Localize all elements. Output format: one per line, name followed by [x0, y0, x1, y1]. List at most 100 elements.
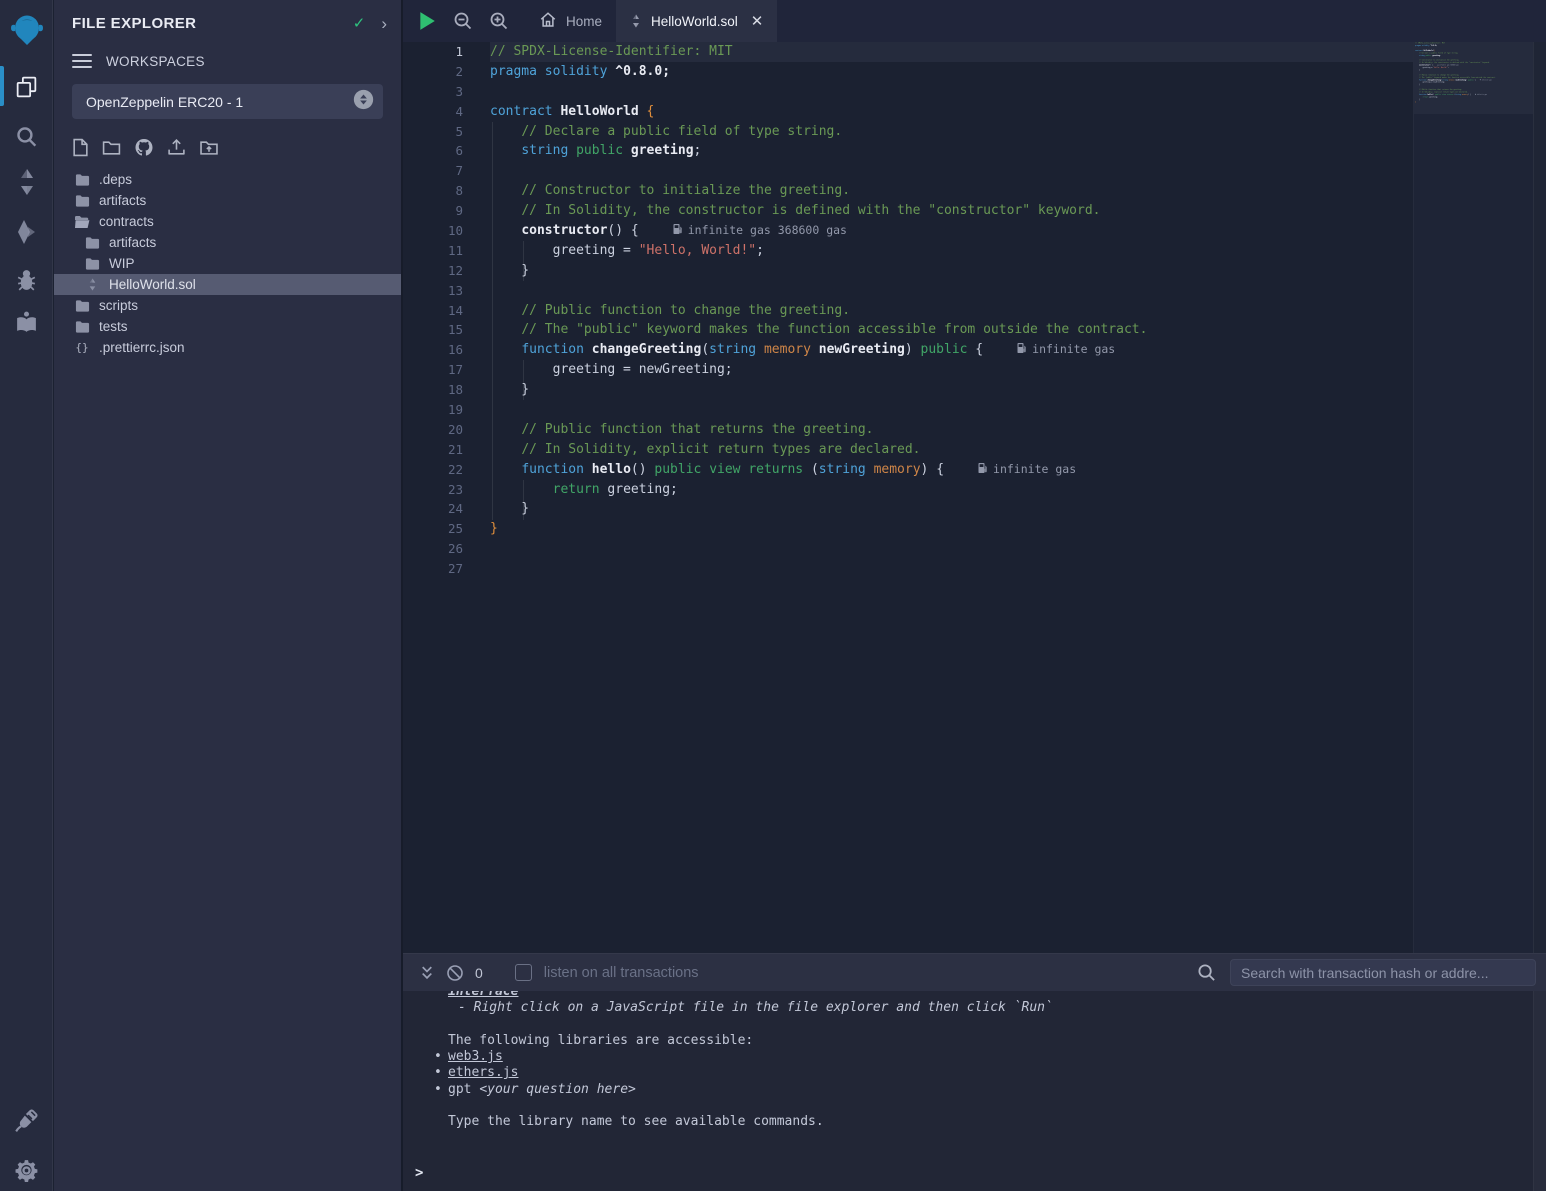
terminal-line: - Right click on a JavaScript file in th… [448, 1000, 1533, 1016]
terminal-scrollbar[interactable] [1533, 991, 1546, 1191]
folder-icon [84, 257, 100, 271]
terminal-link[interactable]: web3.js [448, 1049, 503, 1064]
code-line[interactable]: // In Solidity, the constructor is defin… [490, 201, 1413, 221]
code-line[interactable] [490, 161, 1413, 181]
code-line[interactable]: return greeting; [490, 480, 1413, 500]
tree-item-scripts[interactable]: scripts [54, 295, 401, 316]
code-line[interactable] [1415, 106, 1528, 108]
collapse-chevron-icon[interactable]: › [381, 15, 387, 32]
close-tab-icon[interactable]: ✕ [751, 12, 764, 30]
gas-estimate-badge: infinite gas [978, 462, 1076, 476]
zoom-out-button[interactable] [445, 0, 481, 42]
code-line[interactable]: // Constructor to initialize the greetin… [490, 181, 1413, 201]
listen-transactions-label[interactable]: listen on all transactions [544, 965, 699, 981]
terminal-link[interactable]: ethers.js [448, 1065, 518, 1080]
deploy-run-icon[interactable] [0, 210, 53, 254]
learneth-icon[interactable] [0, 300, 53, 344]
bullet: • [434, 1065, 442, 1081]
code-editor[interactable]: 1234567891011121314151617181920212223242… [403, 42, 1413, 953]
tab-helloworld-sol[interactable]: HelloWorld.sol ✕ [616, 0, 777, 42]
expand-terminal-icon[interactable] [413, 965, 441, 980]
upload-folder-icon[interactable] [199, 139, 219, 156]
line-number-gutter: 1234567891011121314151617181920212223242… [403, 42, 490, 579]
code-lines[interactable]: // SPDX-License-Identifier: MITpragma so… [490, 42, 1413, 579]
code-line[interactable]: contract HelloWorld { [490, 102, 1413, 122]
minimap[interactable]: // SPDX-License-Identifier: MITpragma so… [1413, 42, 1533, 953]
listen-transactions-checkbox[interactable] [515, 964, 532, 981]
code-line[interactable] [490, 281, 1413, 301]
tree-item-artifacts[interactable]: artifacts [54, 190, 401, 211]
zoom-in-button[interactable] [481, 0, 517, 42]
code-lines[interactable]: // SPDX-License-Identifier: MITpragma so… [1415, 42, 1528, 108]
workspace-menu-icon[interactable] [72, 50, 92, 72]
terminal-line: interface [448, 991, 1533, 1000]
workspace-sort-icon[interactable] [353, 89, 374, 115]
terminal-output[interactable]: interface- Right click on a JavaScript f… [403, 991, 1533, 1191]
code-line[interactable]: function hello() public view returns (st… [490, 460, 1413, 480]
debugger-icon[interactable] [0, 258, 53, 302]
tree-item--deps[interactable]: .deps [54, 169, 401, 190]
code-line[interactable]: // In Solidity, explicit return types ar… [490, 440, 1413, 460]
activity-bar [0, 0, 53, 1191]
code-line[interactable]: } [490, 380, 1413, 400]
code-line[interactable]: // SPDX-License-Identifier: MIT [490, 42, 1413, 62]
tree-item--prettierrc-json[interactable]: {}.prettierrc.json [54, 337, 401, 358]
new-file-icon[interactable] [72, 138, 89, 157]
new-folder-icon[interactable] [102, 139, 121, 156]
solidity-icon [84, 277, 100, 292]
tree-item-label: artifacts [99, 193, 146, 208]
settings-gear-icon[interactable] [0, 1148, 53, 1191]
bullet: • [434, 1049, 442, 1065]
upload-file-icon[interactable] [167, 138, 186, 157]
search-icon[interactable] [0, 114, 53, 158]
code-line[interactable]: } [490, 261, 1413, 281]
folder-icon [74, 320, 90, 334]
plugin-manager-icon[interactable] [0, 1098, 53, 1142]
terminal-line: Type the library name to see available c… [448, 1114, 1533, 1130]
code-line[interactable]: // Public function that returns the gree… [490, 420, 1413, 440]
code-line[interactable]: } [490, 499, 1413, 519]
terminal-search-input[interactable] [1230, 959, 1536, 986]
tree-item-artifacts[interactable]: artifacts [54, 232, 401, 253]
folder-icon [74, 299, 90, 313]
tab-home[interactable]: Home [525, 0, 616, 42]
gas-estimate-badge: infinite gas [1480, 79, 1492, 81]
remix-logo-icon[interactable] [0, 8, 53, 54]
code-line[interactable] [490, 559, 1413, 579]
clear-console-icon[interactable] [441, 964, 469, 982]
terminal-search-icon [1192, 963, 1220, 982]
file-explorer-icon[interactable] [0, 64, 53, 108]
workspace-select[interactable]: OpenZeppelin ERC20 - 1 [72, 84, 383, 119]
terminal-prompt[interactable]: > [415, 1165, 423, 1181]
code-line[interactable] [490, 82, 1413, 102]
tree-item-wip[interactable]: WIP [54, 253, 401, 274]
run-script-button[interactable] [409, 0, 445, 42]
code-line[interactable]: pragma solidity ^0.8.0; [490, 62, 1413, 82]
clone-github-icon[interactable] [134, 138, 154, 157]
code-line[interactable]: greeting = newGreeting; [490, 360, 1413, 380]
accept-check-icon[interactable]: ✓ [353, 14, 366, 32]
terminal-line: •gpt <your question here> [448, 1082, 1533, 1098]
code-line[interactable]: string public greeting; [490, 141, 1413, 161]
code-line[interactable]: function changeGreeting(string memory ne… [490, 340, 1413, 360]
tree-item-tests[interactable]: tests [54, 316, 401, 337]
editor-scrollbar[interactable] [1533, 42, 1546, 953]
code-line[interactable]: // Public function to change the greetin… [490, 301, 1413, 321]
tree-item-label: tests [99, 319, 128, 334]
bullet: • [434, 1082, 442, 1098]
gas-estimate-badge: infinite gas [1475, 94, 1487, 96]
code-line[interactable]: // Declare a public field of type string… [490, 122, 1413, 142]
code-line[interactable]: // The "public" keyword makes the functi… [490, 320, 1413, 340]
tree-item-contracts[interactable]: contracts [54, 211, 401, 232]
code-line[interactable]: greeting = "Hello, World!"; [490, 241, 1413, 261]
code-line[interactable]: constructor() {infinite gas 368600 gas [490, 221, 1413, 241]
home-icon [539, 11, 557, 32]
tree-item-helloworld-sol[interactable]: HelloWorld.sol [54, 274, 401, 295]
file-explorer-panel: FILE EXPLORER ✓ › WORKSPACES OpenZeppeli… [54, 0, 403, 1191]
gas-estimate-badge: infinite gas 368600 gas [673, 223, 847, 237]
tree-item-label: .deps [99, 172, 132, 187]
code-line[interactable] [490, 539, 1413, 559]
code-line[interactable]: } [490, 519, 1413, 539]
solidity-compiler-icon[interactable] [0, 160, 53, 204]
code-line[interactable] [490, 400, 1413, 420]
